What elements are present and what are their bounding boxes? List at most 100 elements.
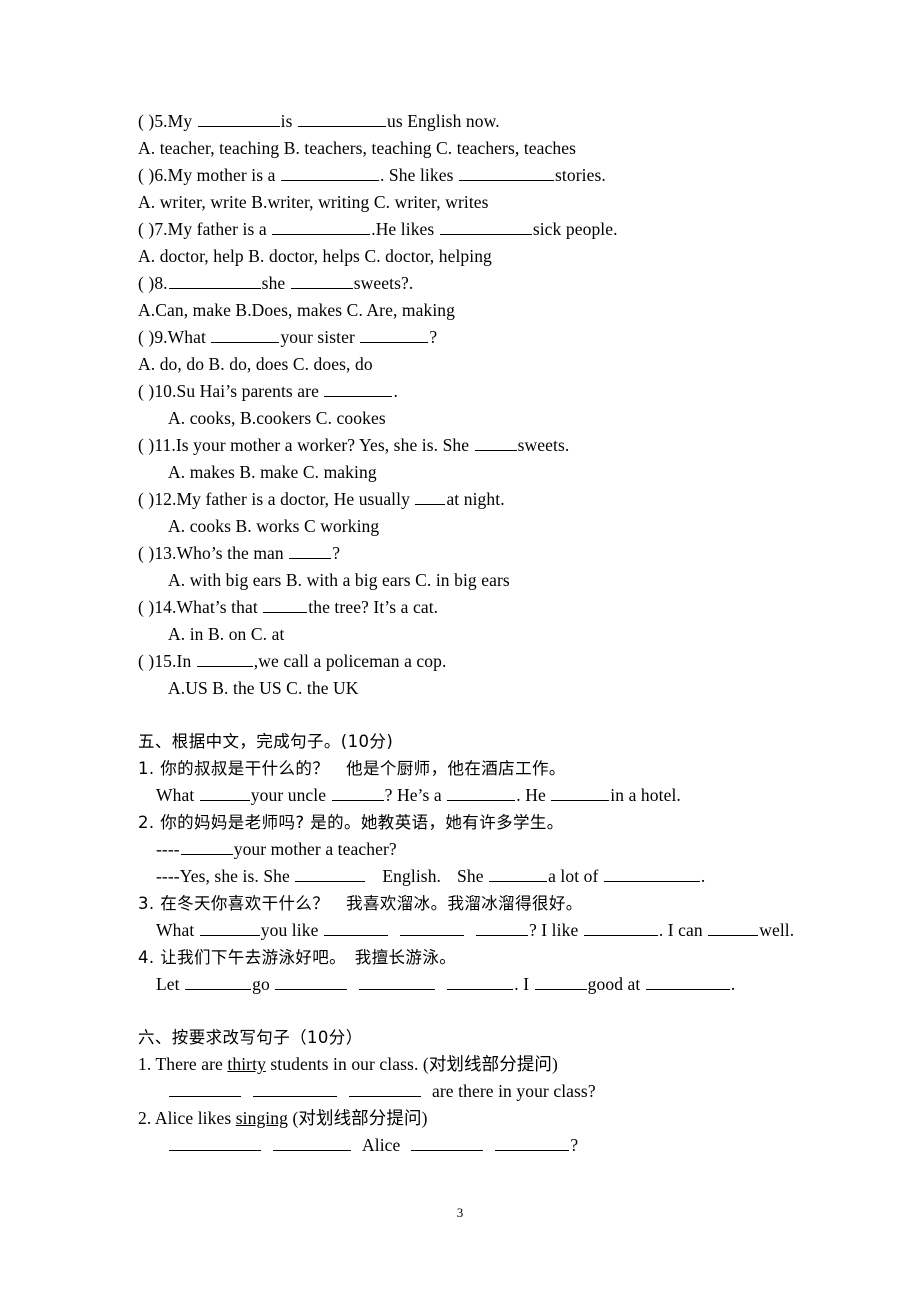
blank <box>447 785 516 801</box>
question-stem-2: at night. <box>446 489 505 509</box>
text-fragment: ? He’s a <box>384 785 447 805</box>
question-stem-2: sweets. <box>517 435 570 455</box>
options-6: A. writer, write B.writer, writing C. wr… <box>138 192 489 212</box>
section-five-q4-english: Let go . I good at . <box>138 971 798 998</box>
question-5: ( )5.My is us English now. <box>138 108 798 135</box>
text-fragment: ? I like <box>528 920 583 940</box>
blank <box>169 1081 241 1097</box>
blank <box>495 1135 570 1151</box>
options-10: A. cooks, B.cookers C. cookes <box>168 408 386 428</box>
text-fragment: . I can <box>658 920 708 940</box>
blank <box>280 165 379 181</box>
text-fragment: She <box>457 866 489 886</box>
blank <box>273 1135 351 1151</box>
blank <box>551 785 610 801</box>
text-fragment: you like <box>260 920 323 940</box>
section-six-heading: 六、按要求改写句子（10分） <box>138 1028 363 1047</box>
question-stem: Is your mother a worker? Yes, she is. Sh… <box>175 435 474 455</box>
question-stem: Su Hai’s parents are <box>176 381 324 401</box>
blank <box>583 920 658 936</box>
question-stem-2: . <box>393 381 398 401</box>
text-fragment: . <box>700 866 706 886</box>
question-marker: ( )5. <box>138 111 168 131</box>
blank <box>399 920 464 936</box>
section-five-q4-chinese: 4. 让我们下午去游泳好吧。 我擅长游泳。 <box>138 948 457 967</box>
question-marker: ( )14. <box>138 597 177 617</box>
options-5: A. teacher, teaching B. teachers, teachi… <box>138 138 577 158</box>
section-six-q1-answer: are there in your class? <box>138 1078 798 1105</box>
options-14: A. in B. on C. at <box>168 624 285 644</box>
section-six-q2-prompt: 2. Alice likes singing (对划线部分提问) <box>138 1105 798 1132</box>
blank <box>197 111 280 127</box>
text-fragment: go <box>252 974 275 994</box>
blank <box>169 1135 261 1151</box>
question-stem-2: ,we call a policeman a cop. <box>253 651 447 671</box>
question-marker: ( )6. <box>138 165 168 185</box>
blank <box>411 1135 484 1151</box>
text-fragment: (对划线部分提问) <box>287 1108 428 1128</box>
blank <box>534 974 587 990</box>
blank <box>289 543 332 559</box>
blank <box>331 785 384 801</box>
question-9: ( )9.What your sister ? <box>138 324 798 351</box>
question-marker: ( )12. <box>138 489 177 509</box>
blank <box>474 435 517 451</box>
question-15: ( )15.In ,we call a policeman a cop. <box>138 648 798 675</box>
question-stem-3: us English now. <box>387 111 500 131</box>
text-fragment: 2. Alice likes <box>138 1108 236 1128</box>
question-stem: Who’s the man <box>176 543 289 563</box>
text-fragment: Alice <box>362 1135 401 1155</box>
options-11: A. makes B. make C. making <box>168 462 377 482</box>
text-fragment: ? <box>570 1135 579 1155</box>
question-10: ( )10.Su Hai’s parents are . <box>138 378 798 405</box>
text-fragment: well. <box>759 920 795 940</box>
blank <box>199 785 250 801</box>
question-stem: What <box>167 327 211 347</box>
blank <box>263 597 308 613</box>
section-five-q1-english: What your uncle ? He’s a . He in a hotel… <box>138 782 798 809</box>
text-fragment: What <box>156 920 199 940</box>
question-13: ( )13.Who’s the man ? <box>138 540 798 567</box>
blank <box>295 866 366 882</box>
question-stem: In <box>176 651 196 671</box>
section-five-q3-english: What you like ? I like . I can well. <box>138 917 798 944</box>
question-stem: My father is a <box>167 219 272 239</box>
blank <box>415 489 446 505</box>
exam-page: ( )5.My is us English now. A. teacher, t… <box>0 0 920 1302</box>
options-7: A. doctor, help B. doctor, helps C. doct… <box>138 246 492 266</box>
blank <box>290 273 353 289</box>
question-14: ( )14.What’s that the tree? It’s a cat. <box>138 594 798 621</box>
question-7: ( )7.My father is a .He likes sick peopl… <box>138 216 798 243</box>
text-fragment: good at <box>587 974 645 994</box>
options-9: A. do, do B. do, does C. does, do <box>138 354 373 374</box>
question-marker: ( )10. <box>138 381 177 401</box>
question-stem-2: ? <box>332 543 341 563</box>
section-five-heading: 五、根据中文，完成句子。(10分) <box>138 732 394 751</box>
question-stem-2: . She likes <box>379 165 458 185</box>
section-five-q3-chinese: 3. 在冬天你喜欢干什么？ 我喜欢溜冰。我溜冰溜得很好。 <box>138 894 583 913</box>
text-fragment: What <box>156 785 199 805</box>
question-11: ( )11.Is your mother a worker? Yes, she … <box>138 432 798 459</box>
text-fragment: in a hotel. <box>610 785 681 805</box>
section-five-q1-chinese: 1. 你的叔叔是干什么的？ 他是个厨师，他在酒店工作。 <box>138 759 566 778</box>
blank <box>603 866 700 882</box>
question-marker: ( )8. <box>138 273 168 293</box>
blank <box>323 920 388 936</box>
question-stem: My <box>167 111 197 131</box>
text-fragment: English. <box>382 866 442 886</box>
blank <box>324 381 393 397</box>
blank <box>180 839 233 855</box>
options-15: A.US B. the US C. the UK <box>168 678 359 698</box>
question-marker: ( )7. <box>138 219 168 239</box>
question-stem-3: ? <box>429 327 438 347</box>
blank <box>349 1081 421 1097</box>
blank <box>645 974 730 990</box>
question-stem-3: stories. <box>555 165 606 185</box>
text-fragment: Let <box>156 974 185 994</box>
blank <box>199 920 260 936</box>
blank <box>360 327 429 343</box>
blank <box>185 974 252 990</box>
question-marker: ( )13. <box>138 543 177 563</box>
section-five-q2-ask: ---- your mother a teacher? <box>138 836 798 863</box>
